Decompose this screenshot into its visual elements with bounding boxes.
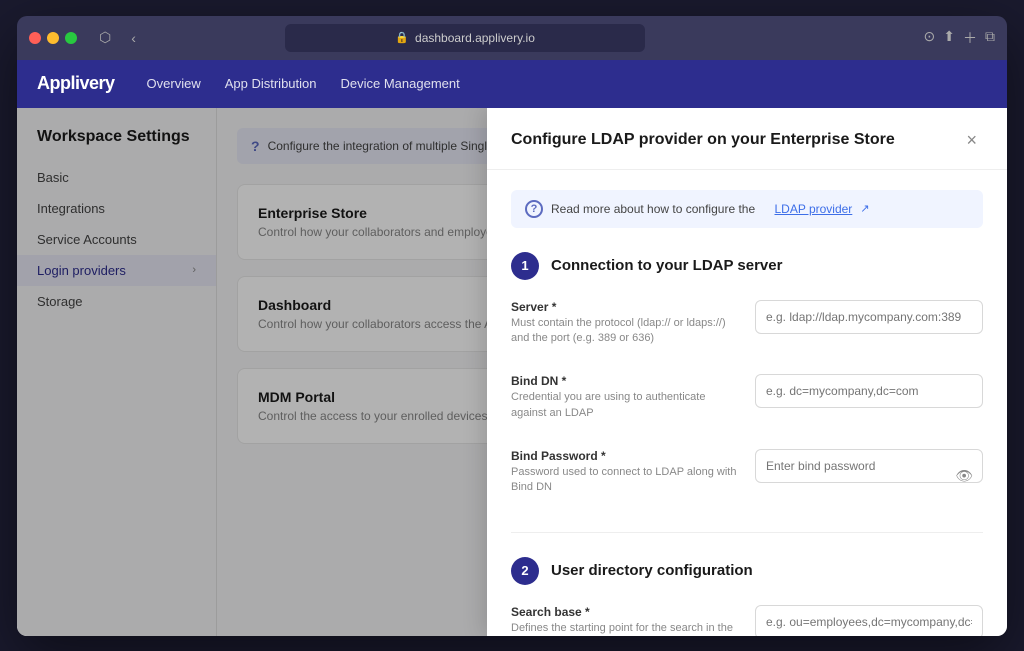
server-input[interactable] [755,300,983,334]
nav-item-device-management[interactable]: Device Management [341,72,460,95]
bind-password-input[interactable] [755,449,983,483]
configure-ldap-modal: Configure LDAP provider on your Enterpri… [487,108,1007,636]
section-1-title: Connection to your LDAP server [551,257,782,274]
bind-dn-desc: Credential you are using to authenticate… [511,390,739,421]
address-bar[interactable]: 🔒 dashboard.applivery.io [285,24,645,52]
modal-overlay: Configure LDAP provider on your Enterpri… [17,108,1007,636]
lock-icon: 🔒 [395,31,409,44]
help-row: ? Read more about how to configure the L… [511,190,983,228]
search-base-label: Search base * [511,605,739,619]
new-tab-icon[interactable]: ＋ [963,28,977,48]
help-circle-icon: ? [525,200,543,218]
tabs-icon[interactable]: ⧉ [985,28,995,48]
modal-title: Configure LDAP provider on your Enterpri… [511,131,895,149]
server-label: Server * [511,300,739,314]
browser-toolbar: ⬡ ‹ 🔒 dashboard.applivery.io ⊙ ⬆ ＋ ⧉ [17,16,1007,60]
upload-icon[interactable]: ⬆ [943,28,955,48]
section-2-title: User directory configuration [551,562,753,579]
nav-item-overview[interactable]: Overview [147,72,201,95]
browser-window: ⬡ ‹ 🔒 dashboard.applivery.io ⊙ ⬆ ＋ ⧉ App… [17,16,1007,636]
bind-password-desc: Password used to connect to LDAP along w… [511,465,739,496]
app-logo: Applivery [37,73,115,94]
share-icon[interactable]: ⊙ [924,28,936,48]
bind-dn-input[interactable] [755,374,983,408]
main-content: Workspace Settings Basic Integrations Se… [17,108,1007,636]
modal-header: Configure LDAP provider on your Enterpri… [487,108,1007,170]
bind-dn-label: Bind DN * [511,374,739,388]
bind-password-field: Bind Password * Password used to connect… [511,449,739,504]
close-window-button[interactable] [29,32,41,44]
search-base-input-wrap [755,605,983,636]
bind-dn-input-wrap [755,374,983,429]
section-2-badge: 2 [511,557,539,585]
ldap-provider-link[interactable]: LDAP provider [774,202,852,216]
traffic-lights [29,32,77,44]
server-field: Server * Must contain the protocol (ldap… [511,300,739,355]
password-toggle-icon[interactable]: 👁 [955,468,973,485]
minimize-window-button[interactable] [47,32,59,44]
address-text: dashboard.applivery.io [415,31,535,45]
help-text: Read more about how to configure the [551,202,755,216]
external-link-icon: ↗ [860,202,869,215]
section-1-badge: 1 [511,252,539,280]
nav-item-app-distribution[interactable]: App Distribution [225,72,317,95]
section-1: 1 Connection to your LDAP server Server … [511,252,983,504]
section-1-header: 1 Connection to your LDAP server [511,252,983,280]
search-base-form-row: Search base * Defines the starting point… [511,605,983,636]
maximize-window-button[interactable] [65,32,77,44]
nav-forward-button[interactable]: ‹ [125,26,142,50]
bind-password-form-row: Bind Password * Password used to connect… [511,449,983,504]
search-base-input[interactable] [755,605,983,636]
server-desc: Must contain the protocol (ldap:// or ld… [511,316,739,347]
search-base-field: Search base * Defines the starting point… [511,605,739,636]
bind-dn-field: Bind DN * Credential you are using to au… [511,374,739,429]
bind-dn-form-row: Bind DN * Credential you are using to au… [511,374,983,429]
bind-password-input-wrap: 👁 [755,449,983,504]
server-form-row: Server * Must contain the protocol (ldap… [511,300,983,355]
modal-body: ? Read more about how to configure the L… [487,170,1007,636]
bind-password-label: Bind Password * [511,449,739,463]
modal-close-button[interactable]: × [960,128,983,153]
server-input-wrap [755,300,983,355]
nav-back-button[interactable]: ⬡ [93,25,117,50]
search-base-desc: Defines the starting point for the searc… [511,621,739,636]
section-2: 2 User directory configuration Search ba… [511,557,983,636]
app-nav: Applivery Overview App Distribution Devi… [17,60,1007,108]
browser-actions: ⊙ ⬆ ＋ ⧉ [924,28,995,48]
section-separator [511,532,983,533]
section-2-header: 2 User directory configuration [511,557,983,585]
